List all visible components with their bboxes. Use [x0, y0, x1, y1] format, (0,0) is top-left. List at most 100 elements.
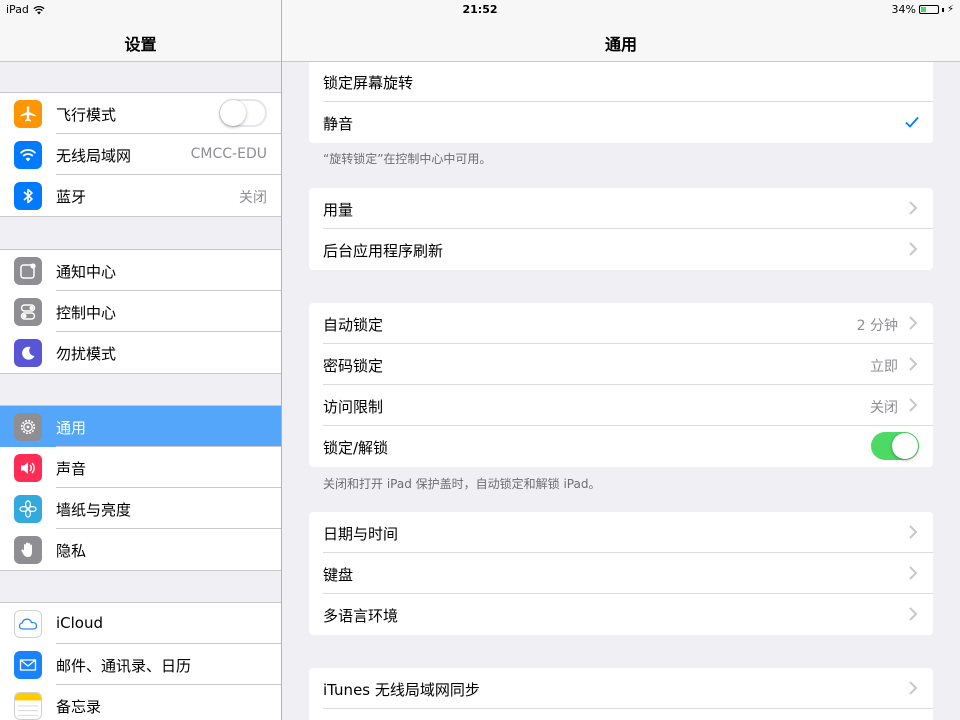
lock-unlock-row: 锁定/解锁 — [309, 426, 933, 467]
detail-group-rotation: 锁定屏幕旋转 静音 — [309, 61, 933, 143]
battery-icon — [918, 5, 939, 14]
sidebar-item-label: 无线局域网 — [56, 147, 132, 165]
notes-icon — [14, 692, 42, 720]
chevron-right-icon — [909, 566, 918, 580]
sidebar-item-label: iCloud — [56, 614, 104, 632]
master-group-connectivity: 飞行模式 无线局域网 CMCC-EDU 蓝牙 关闭 — [0, 92, 281, 217]
sidebar-item-privacy[interactable]: 隐私 — [0, 529, 281, 570]
sidebar-item-label: 控制中心 — [56, 304, 117, 322]
chevron-right-icon — [909, 525, 918, 539]
detail-title: 通用 — [604, 35, 637, 54]
mute-row[interactable]: 静音 — [309, 102, 933, 143]
detail-group-itunes: iTunes 无线局域网同步 — [309, 668, 933, 720]
passcode-lock-row[interactable]: 密码锁定 立即 — [309, 344, 933, 385]
gear-icon — [14, 413, 42, 441]
usage-row[interactable]: 用量 — [309, 188, 933, 229]
checkmark-icon — [905, 116, 919, 128]
master-pane: 设置 飞行模式 无线局域网 CMCC-EDU 蓝牙 关闭 通知中心 控制中心 勿… — [0, 0, 281, 720]
keyboard-row[interactable]: 键盘 — [309, 553, 933, 594]
sidebar-item-label: 蓝牙 — [56, 188, 87, 206]
chevron-right-icon — [909, 607, 918, 621]
rotation-footnote: “旋转锁定”在控制中心中可用。 — [323, 152, 492, 166]
date-time-row[interactable]: 日期与时间 — [309, 512, 933, 553]
sidebar-item-do-not-disturb[interactable]: 勿扰模式 — [0, 332, 281, 373]
row-label: iTunes 无线局域网同步 — [323, 681, 480, 699]
sidebar-item-label: 通知中心 — [56, 263, 117, 281]
cloud-icon — [14, 610, 42, 638]
notification-center-icon — [14, 257, 42, 285]
hand-icon — [14, 536, 42, 564]
row-label: 锁定/解锁 — [323, 439, 389, 457]
master-group-centers: 通知中心 控制中心 勿扰模式 — [0, 249, 281, 374]
background-refresh-row[interactable]: 后台应用程序刷新 — [309, 229, 933, 270]
sidebar-item-label: 声音 — [56, 460, 87, 478]
restrictions-value: 关闭 — [870, 400, 898, 416]
sidebar-item-label: 通用 — [56, 419, 87, 437]
international-row[interactable]: 多语言环境 — [309, 594, 933, 635]
restrictions-row[interactable]: 访问限制 关闭 — [309, 385, 933, 426]
battery-percent: 34% — [891, 3, 916, 16]
sidebar-item-mail-contacts-calendars[interactable]: 邮件、通讯录、日历 — [0, 644, 281, 685]
lock-rotation-row[interactable]: 锁定屏幕旋转 — [309, 61, 933, 102]
sidebar-item-airplane-mode[interactable]: 飞行模式 — [0, 93, 281, 134]
sidebar-item-control-center[interactable]: 控制中心 — [0, 291, 281, 332]
row-separator — [323, 708, 933, 709]
row-label: 日期与时间 — [323, 525, 399, 543]
auto-lock-row[interactable]: 自动锁定 2 分钟 — [309, 303, 933, 344]
wifi-icon — [14, 141, 42, 169]
sidebar-item-notification-center[interactable]: 通知中心 — [0, 250, 281, 291]
row-label: 多语言环境 — [323, 607, 399, 625]
row-label: 静音 — [323, 115, 354, 133]
mail-icon — [14, 651, 42, 679]
charging-bolt-icon: ⚡ — [946, 4, 954, 15]
bluetooth-status-value: 关闭 — [239, 190, 267, 206]
row-label: 密码锁定 — [323, 357, 384, 375]
row-label: 键盘 — [323, 566, 354, 584]
chevron-right-icon — [909, 357, 918, 371]
lock-unlock-toggle[interactable] — [871, 432, 919, 460]
sidebar-item-wifi[interactable]: 无线局域网 CMCC-EDU — [0, 134, 281, 175]
battery-fill — [920, 7, 926, 12]
row-label: 用量 — [323, 201, 354, 219]
sidebar-item-label: 邮件、通讯录、日历 — [56, 657, 192, 675]
master-group-accounts: iCloud 邮件、通讯录、日历 备忘录 — [0, 602, 281, 720]
status-bar: iPad 21:52 34% ⚡ — [0, 0, 960, 20]
sidebar-item-label: 隐私 — [56, 542, 87, 560]
sidebar-item-label: 备忘录 — [56, 698, 102, 716]
master-group-device: 通用 声音 墙纸与亮度 隐私 — [0, 405, 281, 571]
battery-tip — [941, 7, 944, 12]
status-right: 34% ⚡ — [892, 3, 954, 16]
control-center-icon — [14, 298, 42, 326]
airplane-icon — [14, 100, 42, 128]
auto-lock-value: 2 分钟 — [856, 318, 898, 334]
sidebar-item-bluetooth[interactable]: 蓝牙 关闭 — [0, 175, 281, 216]
sidebar-item-wallpaper-brightness[interactable]: 墙纸与亮度 — [0, 488, 281, 529]
wifi-network-value: CMCC-EDU — [190, 146, 267, 162]
chevron-right-icon — [909, 681, 918, 695]
chevron-right-icon — [909, 242, 918, 256]
status-time: 21:52 — [462, 3, 498, 16]
chevron-right-icon — [909, 201, 918, 215]
sidebar-item-sounds[interactable]: 声音 — [0, 447, 281, 488]
sidebar-item-notes[interactable]: 备忘录 — [0, 685, 281, 720]
toggle-knob — [220, 100, 246, 126]
airplane-mode-toggle[interactable] — [219, 99, 267, 127]
flower-icon — [14, 495, 42, 523]
sidebar-item-general[interactable]: 通用 — [0, 406, 281, 447]
sidebar-item-icloud[interactable]: iCloud — [0, 603, 281, 644]
chevron-right-icon — [909, 398, 918, 412]
detail-group-datetime: 日期与时间 键盘 多语言环境 — [309, 512, 933, 635]
toggle-knob — [892, 433, 918, 459]
moon-icon — [14, 339, 42, 367]
bluetooth-icon — [14, 182, 42, 210]
detail-group-usage: 用量 后台应用程序刷新 — [309, 188, 933, 270]
passcode-lock-value: 立即 — [870, 359, 898, 375]
chevron-right-icon — [909, 316, 918, 330]
row-label: 自动锁定 — [323, 316, 384, 334]
itunes-wifi-sync-row[interactable]: iTunes 无线局域网同步 — [309, 668, 933, 709]
lock-footnote: 关闭和打开 iPad 保护盖时，自动锁定和解锁 iPad。 — [323, 477, 601, 491]
row-label: 访问限制 — [323, 398, 384, 416]
sidebar-item-label: 墙纸与亮度 — [56, 501, 132, 519]
pane-divider — [281, 0, 282, 720]
row-label: 锁定屏幕旋转 — [323, 74, 414, 92]
